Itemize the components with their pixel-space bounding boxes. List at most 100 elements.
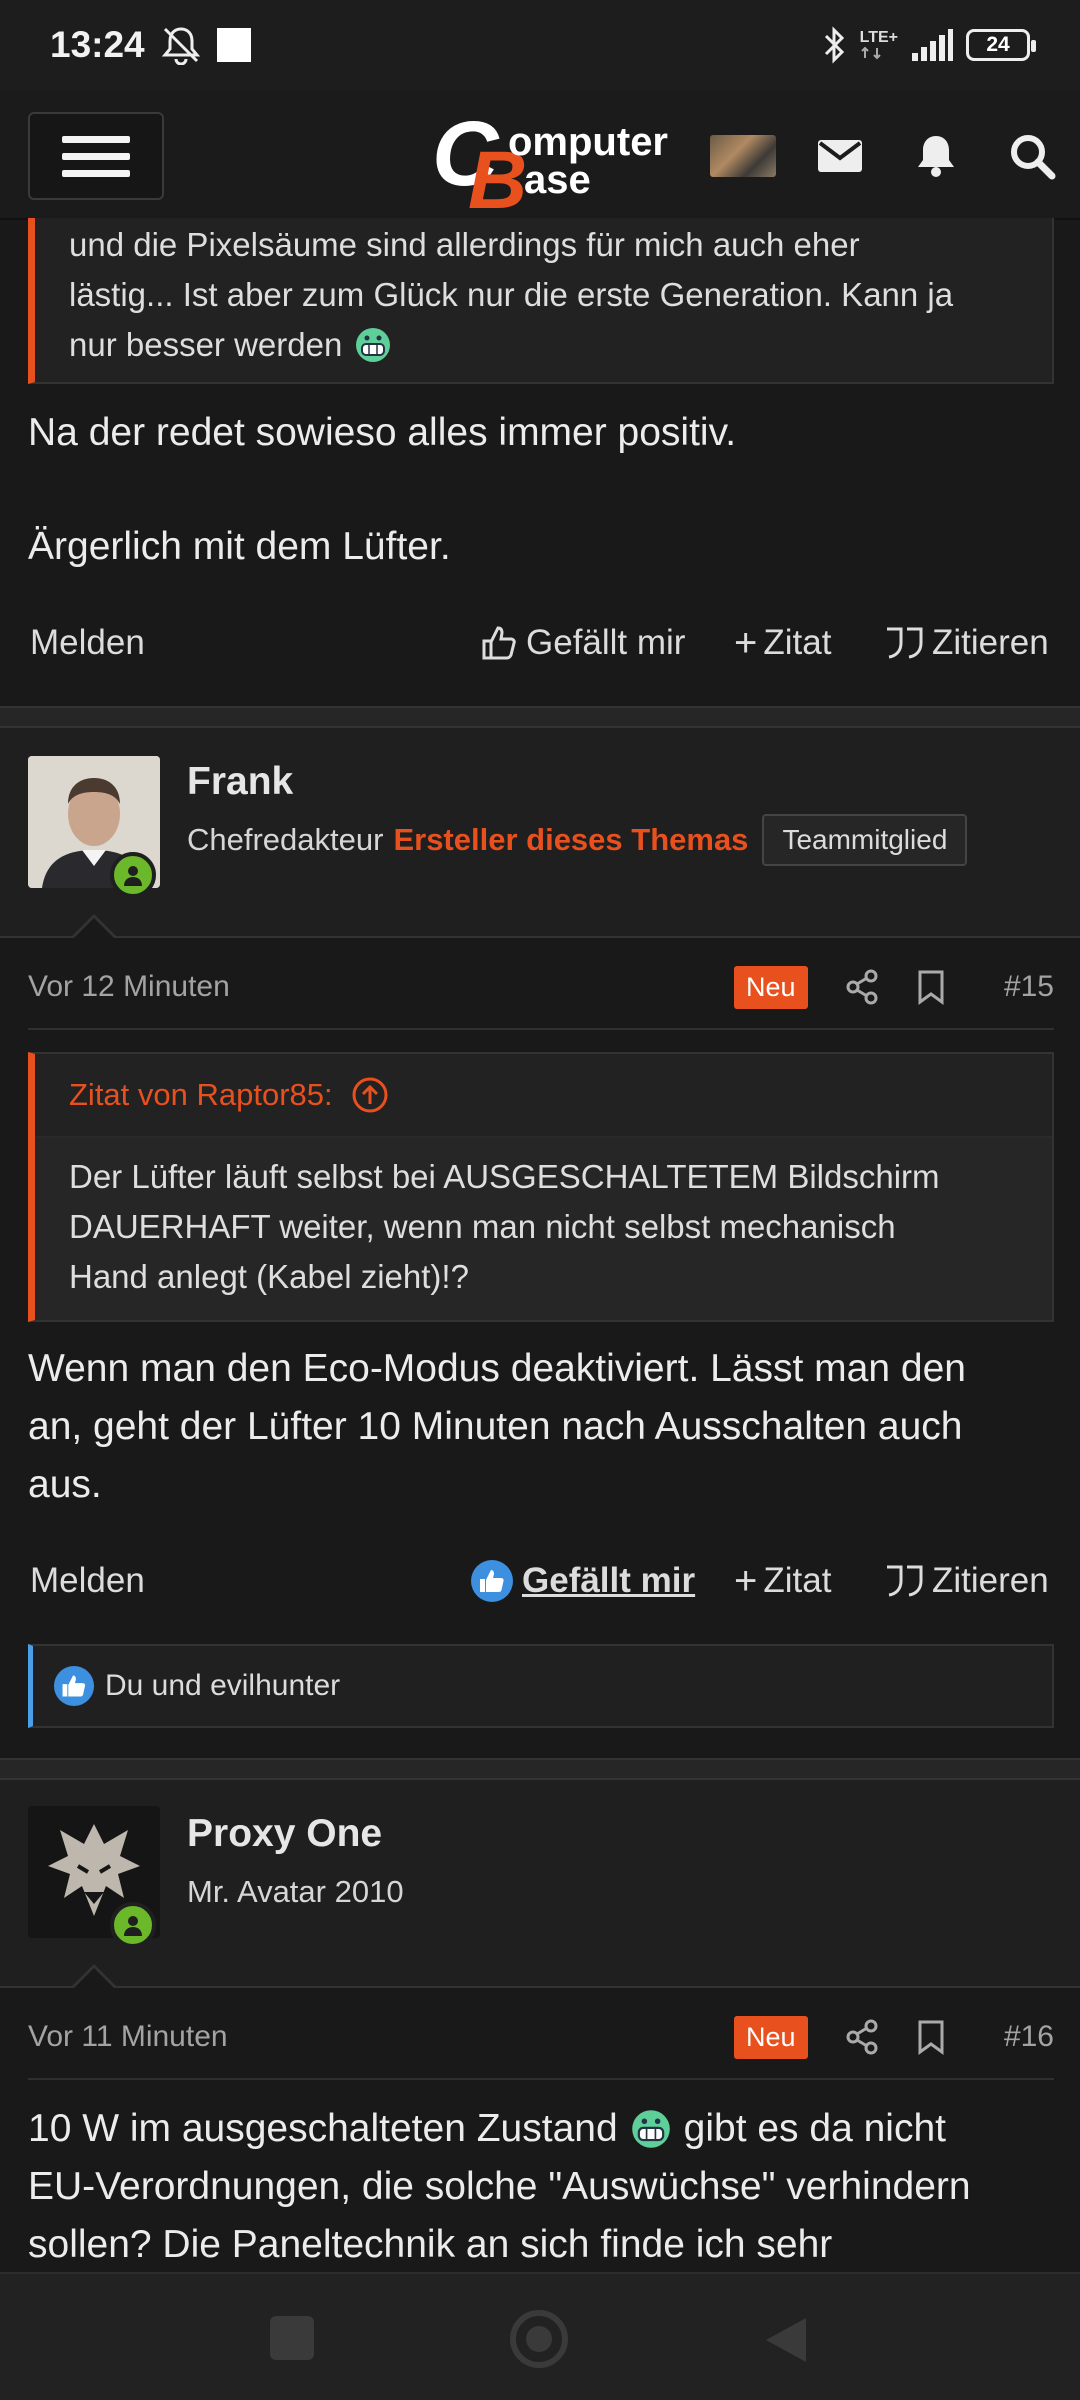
username[interactable]: Frank — [187, 760, 293, 804]
arrow-up-circle-icon — [352, 1077, 388, 1113]
username[interactable]: Proxy One — [187, 1812, 382, 1856]
post-actions: Melden Gefällt mir + Zitat Zitieren — [0, 608, 1080, 678]
like-button-active[interactable]: Gefällt mir — [470, 1559, 695, 1603]
post-text: Ärgerlich mit dem Lüfter. — [28, 525, 451, 568]
add-quote-label: Zitat — [763, 1561, 832, 1600]
status-bar: 13:24 LTE+ 24 — [0, 0, 1080, 90]
quote-line-text: nur besser werden — [69, 326, 343, 363]
search-icon[interactable] — [1004, 128, 1060, 184]
online-status-icon — [110, 852, 156, 898]
quote-block: und die Pixelsäume sind allerdings für m… — [28, 218, 1054, 384]
signal-icon — [912, 29, 953, 61]
mail-icon[interactable] — [812, 128, 868, 184]
site-header: C B omputer ase — [0, 90, 1080, 226]
pointer-arrow-inner — [72, 918, 116, 940]
quote-label: Zitieren — [932, 623, 1049, 662]
bookmark-icon[interactable] — [916, 969, 946, 1005]
quote-line: DAUERHAFT weiter, wenn man nicht selbst … — [69, 1208, 896, 1245]
quote-button[interactable]: Zitieren — [884, 623, 1049, 663]
battery-level: 24 — [986, 33, 1010, 56]
bell-icon[interactable] — [908, 128, 964, 184]
mute-icon — [161, 27, 200, 65]
post-text: gibt es da nicht — [683, 2107, 946, 2150]
like-label: Gefällt mir — [522, 1561, 696, 1600]
quote-line: Hand anlegt (Kabel zieht)!? — [69, 1258, 469, 1295]
quote-header[interactable]: Zitat von Raptor85: — [35, 1054, 1052, 1138]
user-role: Chefredakteur — [187, 822, 384, 857]
reactions-text: Du und evilhunter — [105, 1669, 341, 1702]
pointer-arrow-inner — [72, 1968, 116, 1990]
post-time[interactable]: Vor 12 Minuten — [28, 970, 230, 1004]
plus-icon: + — [734, 620, 758, 665]
post-number[interactable]: #15 — [1004, 970, 1054, 1004]
recent-apps-button[interactable] — [270, 2316, 314, 2360]
quote-line: und die Pixelsäume sind allerdings für m… — [69, 226, 860, 263]
reactions-bar[interactable]: Du und evilhunter — [28, 1644, 1054, 1728]
post-actions: Melden Gefällt mir + Zitat Zitieren — [0, 1546, 1080, 1616]
team-member-badge: Teammitglied — [762, 814, 968, 866]
add-quote-button[interactable]: + Zitat — [734, 1559, 831, 1604]
new-badge: Neu — [734, 965, 808, 1009]
post-number[interactable]: #16 — [1004, 2020, 1054, 2054]
data-arrows-icon — [860, 46, 881, 60]
quote-marks-icon — [887, 1565, 923, 1597]
share-icon[interactable] — [844, 2019, 880, 2055]
bookmark-icon[interactable] — [916, 2019, 946, 2055]
post-meta: Vor 12 Minuten Neu #15 — [28, 946, 1054, 1030]
thumbs-up-outline-icon — [482, 626, 516, 660]
logo-text-bottom: ase — [524, 158, 591, 202]
quote-block: Zitat von Raptor85: Der Lüfter läuft sel… — [28, 1052, 1054, 1322]
post-text-line: 10 W im ausgeschalteten Zustand gibt es … — [28, 2100, 1058, 2158]
new-badge: Neu — [734, 2015, 808, 2059]
post-text: Na der redet sowieso alles immer positiv… — [28, 411, 737, 454]
home-button[interactable] — [508, 2308, 570, 2370]
network-type: LTE+ — [859, 29, 898, 46]
post-time[interactable]: Vor 11 Minuten — [28, 2020, 228, 2054]
post-separator — [0, 1758, 1080, 1780]
post-separator — [0, 706, 1080, 728]
thumbs-up-filled-icon — [471, 1560, 513, 1602]
notification-square-icon — [216, 28, 251, 62]
grin-emoji-icon — [356, 328, 391, 362]
add-quote-button[interactable]: + Zitat — [734, 621, 831, 666]
quote-line: lästig... Ist aber zum Glück nur die ers… — [69, 276, 954, 313]
post-text: 10 W im ausgeschalteten Zustand — [28, 2107, 618, 2150]
quote-button[interactable]: Zitieren — [884, 1561, 1049, 1601]
system-navigation-bar — [0, 2272, 1080, 2400]
user-avatar[interactable] — [710, 135, 776, 177]
like-label: Gefällt mir — [526, 623, 686, 662]
add-quote-label: Zitat — [763, 623, 832, 662]
report-button[interactable]: Melden — [30, 1561, 145, 1601]
menu-line — [62, 135, 130, 143]
post-text: EU-Verordnungen, die solche "Auswüchse" … — [28, 2165, 971, 2208]
quote-line: Der Lüfter läuft selbst bei AUSGESCHALTE… — [69, 1158, 940, 1195]
user-title-row: Chefredakteur Ersteller dieses Themas Te… — [187, 814, 968, 866]
back-button[interactable] — [762, 2314, 810, 2366]
post-text: sollen? Die Paneltechnik an sich finde i… — [28, 2223, 833, 2266]
post-user-block: Proxy One Mr. Avatar 2010 — [0, 1780, 1080, 1988]
post-text: aus. — [28, 1463, 102, 1506]
quote-label: Zitieren — [932, 1561, 1049, 1600]
share-icon[interactable] — [844, 969, 880, 1005]
quote-author: Zitat von Raptor85: — [69, 1077, 333, 1112]
post-meta: Vor 11 Minuten Neu #16 — [28, 1996, 1054, 2080]
quote-marks-icon — [887, 627, 923, 659]
status-time: 13:24 — [50, 24, 145, 65]
post-user-block: Frank Chefredakteur Ersteller dieses The… — [0, 728, 1080, 938]
like-button[interactable]: Gefällt mir — [480, 623, 685, 663]
grin-emoji-icon — [631, 2110, 670, 2148]
computerbase-logo[interactable]: C B omputer ase — [432, 103, 668, 226]
plus-icon: + — [734, 1558, 758, 1603]
post-text: an, geht der Lüfter 10 Minuten nach Auss… — [28, 1405, 963, 1448]
menu-button[interactable] — [28, 112, 164, 200]
online-status-icon — [110, 1902, 156, 1948]
thumbs-up-filled-icon — [53, 1665, 95, 1707]
thread-creator-label: Ersteller dieses Themas — [393, 822, 749, 857]
quote-line: nur besser werden — [69, 320, 1018, 370]
menu-line — [62, 169, 130, 177]
post-text: Wenn man den Eco-Modus deaktiviert. Läss… — [28, 1347, 966, 1390]
battery-indicator: 24 — [966, 29, 1036, 61]
report-button[interactable]: Melden — [30, 623, 145, 663]
menu-line — [62, 152, 130, 160]
user-title: Mr. Avatar 2010 — [187, 1874, 404, 1909]
